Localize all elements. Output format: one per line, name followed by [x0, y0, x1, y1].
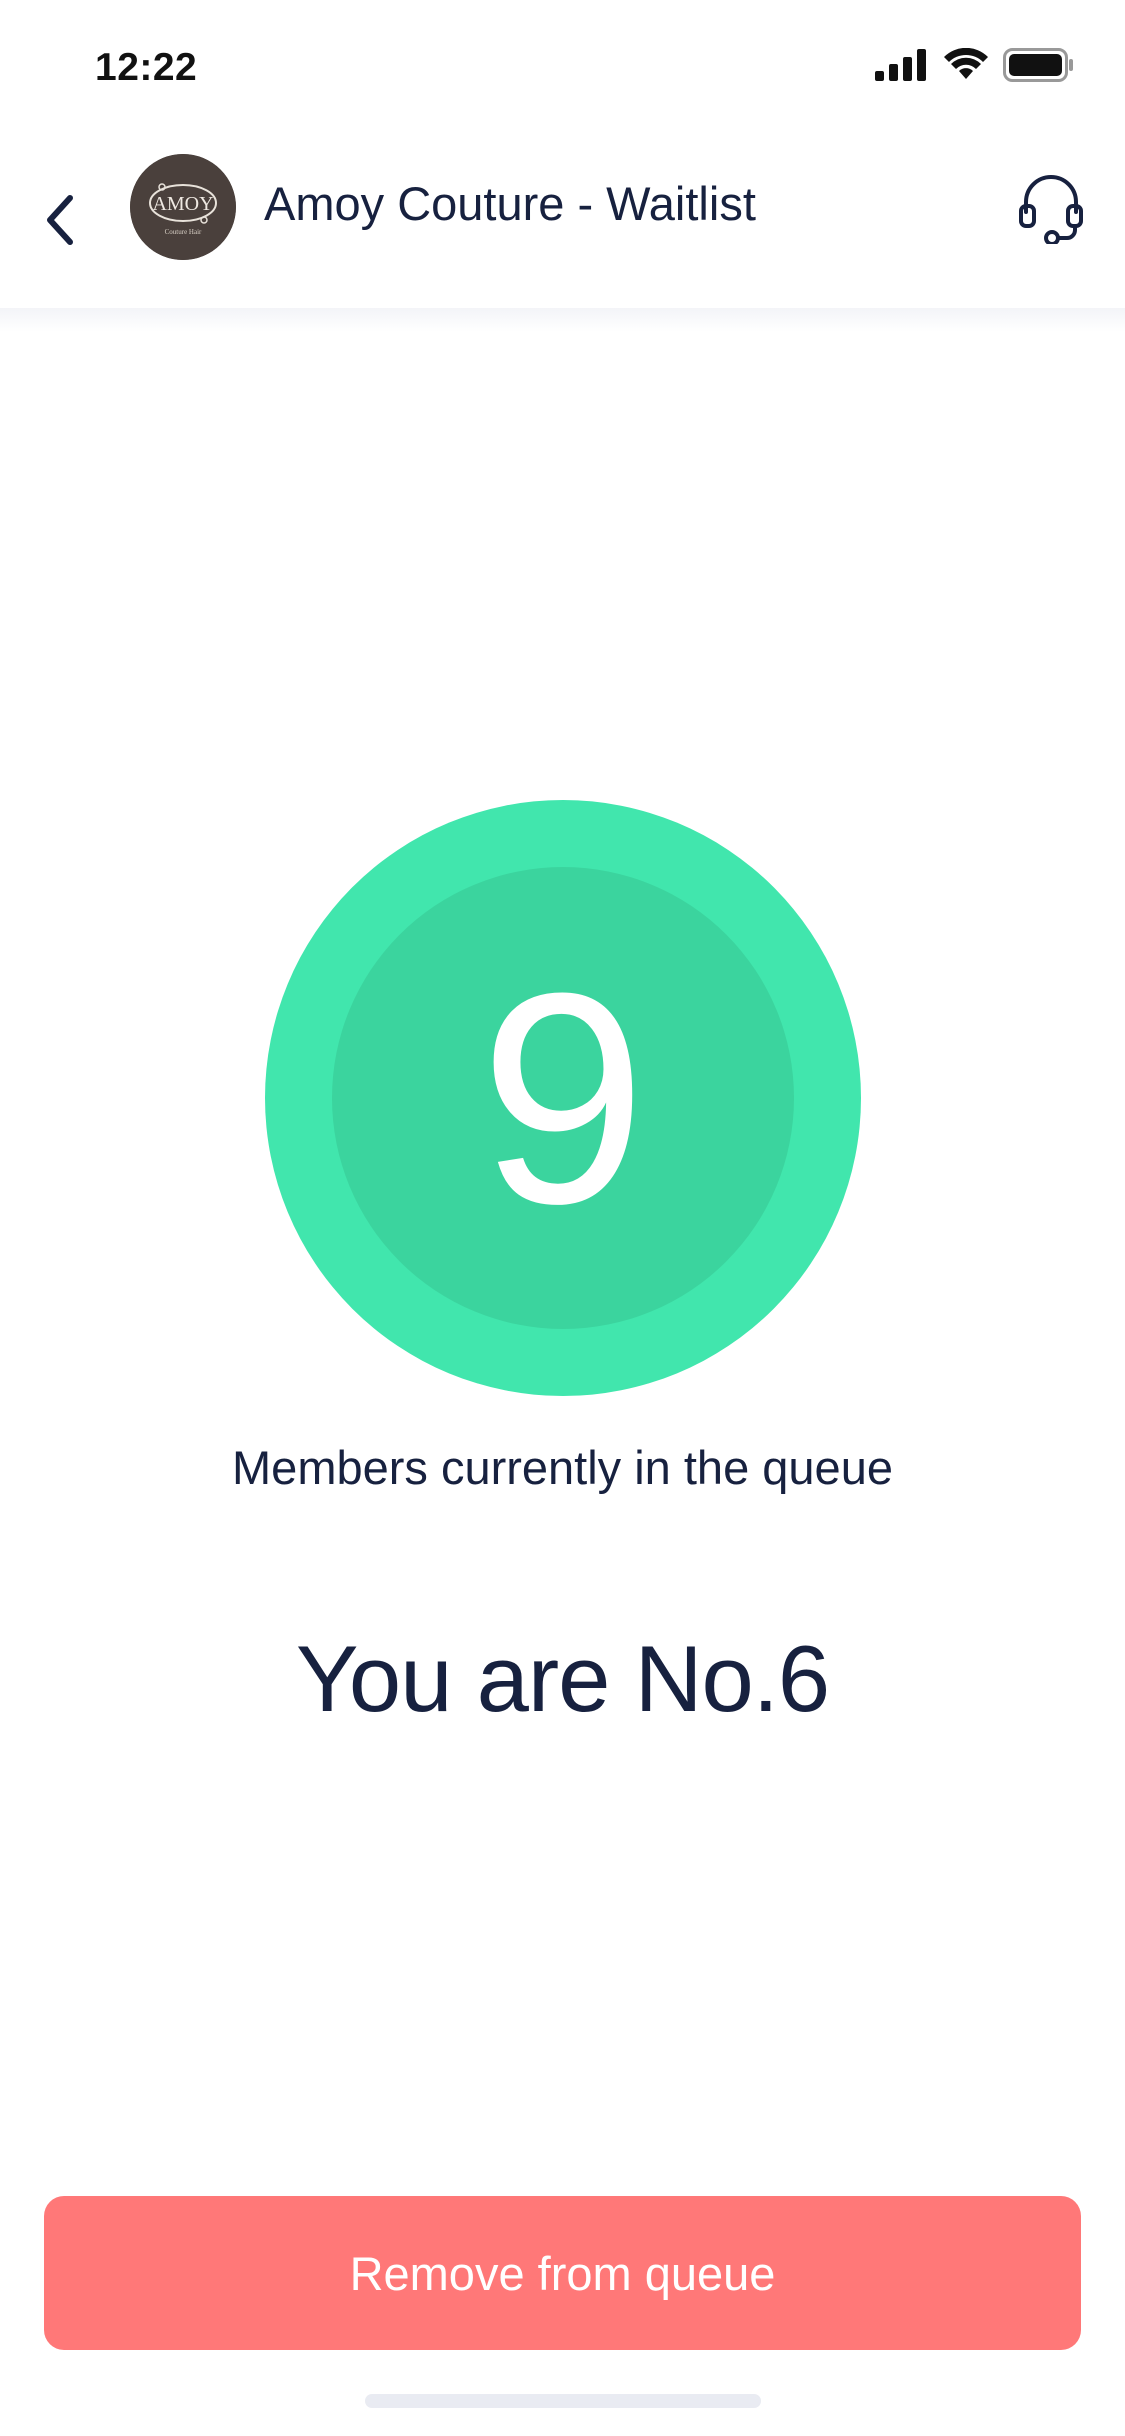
header: AMOY Couture Hair Amoy Couture - Waitlis… — [0, 132, 1125, 308]
status-time: 12:22 — [95, 46, 198, 89]
queue-member-count: 9 — [479, 930, 647, 1266]
cellular-signal-icon — [875, 49, 926, 81]
wifi-icon — [944, 48, 988, 79]
queue-position: You are No.6 — [295, 1626, 830, 1731]
avatar: AMOY Couture Hair — [130, 154, 236, 260]
status-bar: 12:22 — [0, 0, 1125, 132]
queue-count-label: Members currently in the queue — [232, 1441, 893, 1494]
page-title: Amoy Couture - Waitlist — [264, 177, 756, 230]
headset-icon — [1019, 175, 1083, 244]
queue-count-inner: 9 — [332, 867, 794, 1329]
status-icons — [875, 48, 1075, 82]
back-button[interactable] — [30, 172, 90, 268]
header-divider — [0, 308, 1125, 332]
svg-text:Couture Hair: Couture Hair — [165, 228, 202, 236]
remove-from-queue-button[interactable]: Remove from queue — [44, 2196, 1081, 2350]
chevron-left-icon — [47, 195, 73, 245]
support-button[interactable] — [1011, 168, 1091, 248]
home-indicator — [365, 2394, 761, 2408]
battery-icon — [1003, 48, 1073, 82]
svg-text:AMOY: AMOY — [152, 193, 213, 215]
amoy-logo: AMOY Couture Hair — [130, 154, 236, 260]
queue-count-circle: 9 — [265, 800, 861, 1396]
